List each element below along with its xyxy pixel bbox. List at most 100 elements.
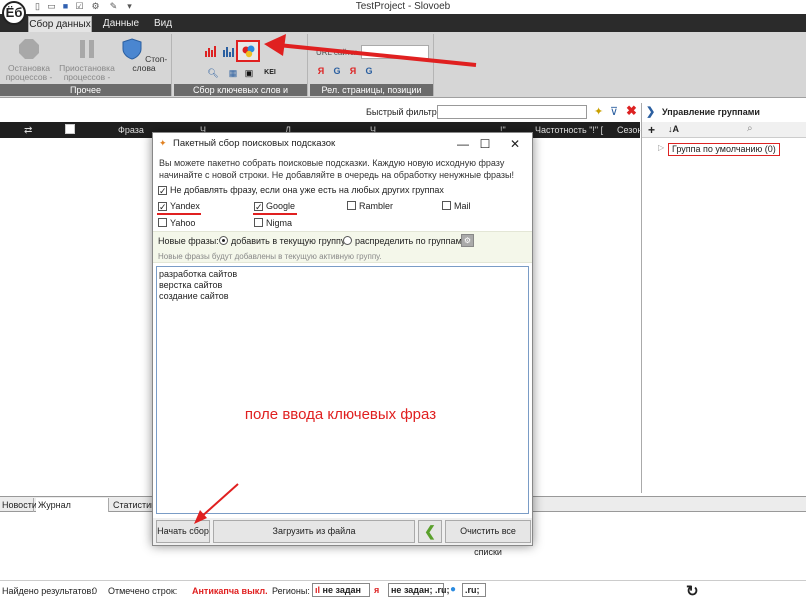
tab-data-collection[interactable]: Сбор данных [28,16,92,32]
batch-suggestions-dialog: ✦ Пакетный сбор поисковых подсказок — ☐ … [152,132,533,557]
filter-funnel-icon[interactable]: ⊽ [610,105,618,118]
google-position-icon[interactable]: G [330,64,344,78]
stats-chart-icon[interactable] [222,44,236,58]
search-magnifier-icon[interactable]: 🔍︎ [206,66,220,80]
engine-mail-check [442,201,451,210]
yandex-relevant-icon[interactable]: Я [346,64,360,78]
engine-nigma-checkbox[interactable]: Nigma [254,218,292,229]
pause-icon [80,40,94,58]
kei-button[interactable]: KEI [260,66,280,80]
marked-rows-label: Отмечено строк: [108,586,178,596]
window-title: TestProject - Slovoeb [355,1,451,12]
close-icon[interactable]: ✕ [505,135,525,153]
tab-statistics[interactable]: Статистика [111,498,155,512]
new-phrases-options: Новые фразы: добавить в текущую группу р… [153,231,532,263]
found-results-label: Найдено результатов: [2,586,94,596]
sort-az-icon[interactable]: ↓A [668,124,679,134]
engine-rambler-check [347,201,356,210]
collapse-panel-icon[interactable]: ❯ [646,105,655,118]
engine-rambler-checkbox[interactable]: Rambler [347,201,393,212]
batch-suggestions-button[interactable] [236,40,260,62]
group-panel-toolbar: + ↓A ⌕ [642,122,806,138]
title-bar: Ёб ▯ ▭ ■ ☑ ⚙ ✎ ▾ TestProject - Slovoeb [0,0,806,25]
url-label: URL сайта: [316,48,358,57]
engine-google-checkbox[interactable]: ✓ Google [254,201,295,212]
phrase-line: разработка сайтов [159,269,238,279]
tab-view[interactable]: Вид [148,16,178,32]
region-suggestions[interactable]: .ru; [462,583,486,597]
phrases-field-annotation: поле ввода ключевых фраз [244,406,437,423]
dialog-button-bar: Начать сбор Загрузить из файла ❮ Очистит… [153,518,532,557]
add-group-icon[interactable]: + [648,123,655,137]
stop-words-button[interactable]: Стоп-слова [118,38,170,73]
default-group-item[interactable]: Группа по умолчанию (0) [668,143,780,156]
site-url-input[interactable] [361,45,429,59]
group-management-panel: ❯ Управление группами + ↓A ⌕ ▷ Группа по… [641,103,806,493]
maximize-icon[interactable]: ☐ [475,135,495,153]
group-label-keywords: Сбор ключевых слов и статистики [174,84,307,107]
select-all-checkbox[interactable] [65,124,75,134]
quick-filter-input[interactable] [437,105,587,119]
skip-existing-check: ✓ [158,186,167,196]
yandex-underline-annotation [157,213,201,215]
app-logo[interactable]: Ёб [2,1,26,25]
black-square-icon[interactable]: ▣ [242,66,256,80]
clear-filter-icon[interactable]: ✖ [626,103,637,119]
engine-nigma-check [254,218,263,227]
dialog-titlebar: ✦ Пакетный сбор поисковых подсказок — ☐ … [153,133,532,155]
new-phrases-label: Новые фразы: [158,236,219,246]
column-settings-icon[interactable]: ⇄ [24,125,32,136]
dialog-info-text: Вы можете пакетно собрать поисковые подс… [159,158,515,180]
wordstat-chart-icon[interactable] [204,44,218,58]
shield-icon [122,38,142,60]
distribute-settings-icon[interactable]: ⚙ [461,234,474,247]
radio-distribute [343,236,352,245]
ribbon: Остановка процессов - Приостановка проце… [0,32,806,107]
engine-yahoo-check [158,218,167,227]
tab-data[interactable]: Данные [100,16,142,32]
tree-arrow-icon[interactable]: ▷ [658,143,664,152]
engine-google-check: ✓ [254,202,263,212]
wordstat-small-icon: ıl [315,585,323,595]
region-wordstat[interactable]: ıl не задан [312,583,370,597]
group-search-icon[interactable]: ⌕ [747,123,753,134]
start-collection-button[interactable]: Начать сбор [156,520,210,543]
column-season[interactable]: Сезон [617,125,642,135]
yandex-position-icon[interactable]: Я [314,64,328,78]
phrases-input[interactable]: разработка сайтов верстка сайтов создани… [156,266,529,514]
back-arrow-button[interactable]: ❮ [418,520,442,543]
engine-yahoo-checkbox[interactable]: Yahoo [158,218,195,229]
column-frequency-exact[interactable]: Частотность "!" [ [535,125,603,135]
dialog-app-icon: ✦ [159,138,167,148]
pause-processes-button[interactable]: Приостановка процессов - [58,38,116,82]
search-engines-group: ✓ Yandex ✓ Google Rambler Mail Yahoo Nigma [153,197,532,231]
tab-news[interactable]: Новости [0,498,37,512]
status-bar: Найдено результатов: 0 Отмечено строк: А… [0,580,806,598]
google-relevant-icon[interactable]: G [362,64,376,78]
ribbon-group-keywords: 🔍︎ ▦ ▣ KEI Сбор ключевых слов и статисти… [174,34,308,107]
google-underline-annotation [253,213,297,215]
engine-mail-checkbox[interactable]: Mail [442,201,471,212]
tab-event-log[interactable]: Журнал событий [36,498,109,524]
yandex-region-icon[interactable]: я [374,585,379,595]
refresh-icon[interactable]: ↻ [686,582,699,598]
table-icon[interactable]: ▦ [226,66,240,80]
group-label-other: Прочее [0,84,171,96]
column-phrase[interactable]: Фраза [118,125,144,135]
filter-bulb-icon[interactable]: ✦ [594,105,603,118]
anticaptcha-status[interactable]: Антикапча выкл. [192,586,268,596]
radio-add-current [219,236,228,245]
engine-yandex-checkbox[interactable]: ✓ Yandex [158,201,200,212]
group-panel-title: Управление группами [662,107,760,117]
minimize-icon[interactable]: — [453,135,473,153]
clear-all-lists-button[interactable]: Очистить все списки [445,520,531,557]
region-yandex[interactable]: не задан; .ru; [388,583,449,597]
stop-hexagon-icon [19,39,39,59]
stop-processes-button[interactable]: Остановка процессов - [4,38,54,82]
ribbon-group-relevant: URL сайта: Я G Я G Рел. страницы, позици… [310,34,434,96]
option-distribute-groups[interactable]: распределить по группам [343,236,462,247]
skip-existing-checkbox[interactable]: ✓ Не добавлять фразу, если она уже есть н… [158,185,444,196]
balloons-region-icon[interactable]: ● [450,584,456,595]
load-from-file-button[interactable]: Загрузить из файла [213,520,415,543]
option-add-current-group[interactable]: добавить в текущую группу [219,236,345,247]
